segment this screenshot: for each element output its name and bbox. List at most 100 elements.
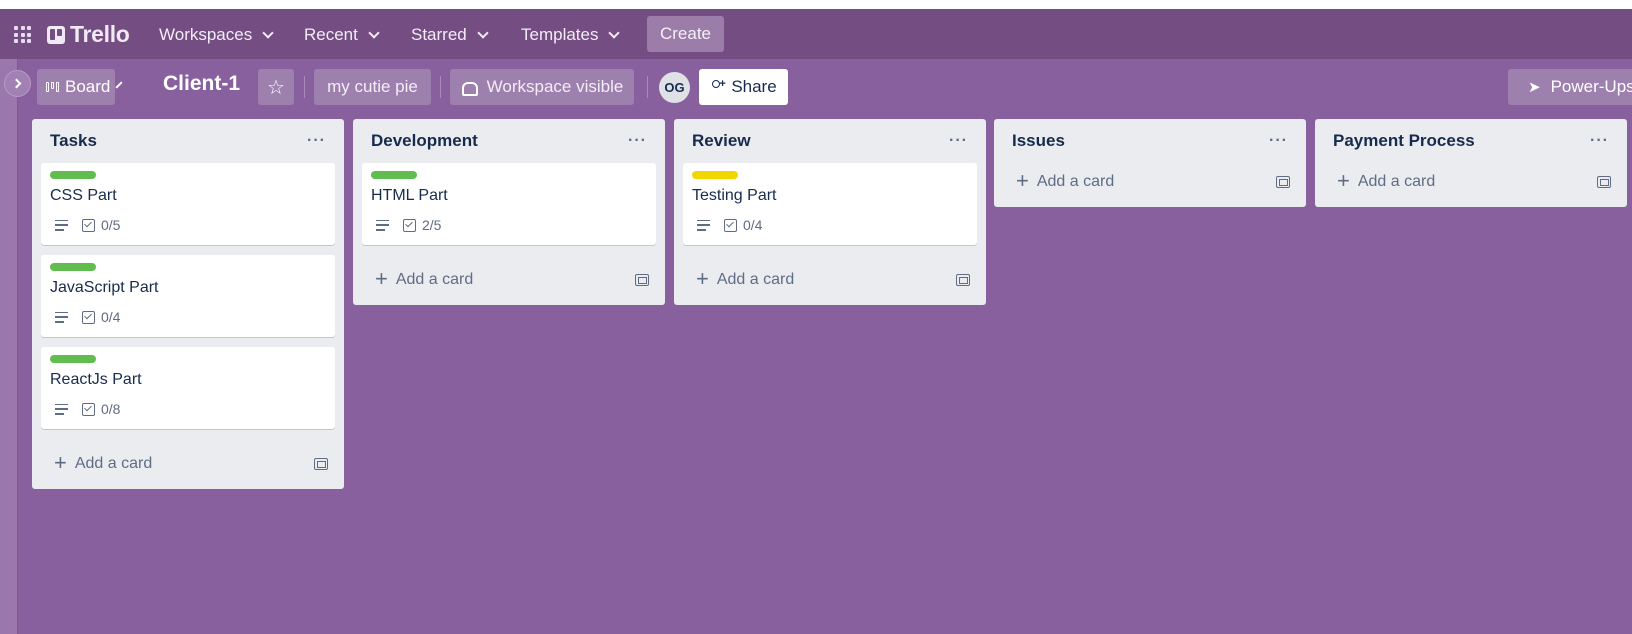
card-title: HTML Part bbox=[371, 187, 448, 204]
nav-recent[interactable]: Recent bbox=[304, 22, 380, 48]
visibility-label: Workspace visible bbox=[486, 77, 624, 96]
star-board-button[interactable]: ☆ bbox=[258, 69, 294, 105]
chevron-down-icon bbox=[115, 80, 123, 89]
plus-icon: + bbox=[1016, 168, 1029, 193]
list-menu-icon[interactable]: ··· bbox=[307, 132, 326, 150]
card-template-icon[interactable] bbox=[314, 458, 328, 470]
list-issues: Issues ··· + Add a card bbox=[994, 119, 1306, 207]
add-card-label: Add a card bbox=[716, 271, 795, 288]
nav-starred-label: Starred bbox=[411, 25, 467, 44]
card-title: CSS Part bbox=[50, 187, 117, 204]
card-title: ReactJs Part bbox=[50, 371, 142, 388]
list-menu-icon[interactable]: ··· bbox=[949, 132, 968, 150]
chevron-down-icon bbox=[608, 26, 621, 39]
add-card-button[interactable]: + Add a card bbox=[375, 266, 473, 291]
card[interactable]: CSS Part 0/5 bbox=[41, 163, 335, 245]
share-label: Share bbox=[731, 77, 777, 96]
share-button[interactable]: Share bbox=[699, 69, 788, 105]
checklist-icon bbox=[403, 218, 416, 232]
rocket-icon: ➤ bbox=[1528, 79, 1541, 96]
nav-templates[interactable]: Templates bbox=[521, 22, 621, 48]
plus-icon: + bbox=[375, 266, 388, 291]
card[interactable]: Testing Part 0/4 bbox=[683, 163, 977, 245]
list-title[interactable]: Review bbox=[692, 131, 751, 151]
list-menu-icon[interactable]: ··· bbox=[628, 132, 647, 150]
power-ups-button[interactable]: ➤ Power-Ups bbox=[1508, 69, 1632, 105]
description-icon bbox=[55, 219, 68, 231]
checklist-icon bbox=[82, 402, 95, 416]
chevron-down-icon bbox=[477, 26, 489, 39]
nav-templates-label: Templates bbox=[521, 25, 599, 44]
add-card-label: Add a card bbox=[74, 455, 153, 472]
add-card-button[interactable]: + Add a card bbox=[54, 452, 153, 474]
checklist-count: 0/5 bbox=[101, 217, 121, 233]
checklist-icon bbox=[82, 310, 95, 324]
checklist-count: 0/4 bbox=[743, 217, 763, 233]
nav-starred[interactable]: Starred bbox=[411, 22, 489, 48]
divider bbox=[304, 76, 305, 98]
divider bbox=[440, 76, 441, 98]
list-title[interactable]: Development bbox=[371, 131, 478, 151]
sidebar-collapsed bbox=[0, 59, 18, 634]
label-yellow[interactable] bbox=[692, 171, 738, 179]
list-review: Review ··· Testing Part 0/4 + Add a card bbox=[674, 119, 986, 305]
nav-workspaces[interactable]: Workspaces bbox=[159, 22, 274, 48]
checklist-icon bbox=[724, 218, 737, 232]
top-navbar: Trello Workspaces Recent Starred Templat… bbox=[0, 9, 1632, 59]
divider bbox=[647, 76, 648, 98]
add-card-button[interactable]: + Add a card bbox=[696, 266, 795, 291]
visibility-button[interactable]: Workspace visible bbox=[450, 69, 634, 105]
chevron-down-icon bbox=[262, 26, 274, 39]
workspace-visible-icon bbox=[461, 80, 478, 96]
label-green[interactable] bbox=[50, 355, 96, 363]
description-icon bbox=[376, 219, 389, 231]
label-green[interactable] bbox=[50, 263, 96, 271]
list-menu-icon[interactable]: ··· bbox=[1590, 132, 1609, 150]
member-avatar[interactable]: OG bbox=[659, 72, 690, 103]
card-template-icon[interactable] bbox=[1276, 176, 1290, 188]
checklist-icon bbox=[82, 218, 95, 232]
label-green[interactable] bbox=[50, 171, 96, 179]
plus-icon: + bbox=[696, 266, 709, 291]
add-person-icon bbox=[710, 78, 726, 94]
list-development: Development ··· HTML Part 2/5 + Add a car… bbox=[353, 119, 665, 305]
list-menu-icon[interactable]: ··· bbox=[1269, 132, 1288, 150]
list-tasks: Tasks ··· CSS Part 0/5 JavaScript Part 0… bbox=[32, 119, 344, 489]
expand-sidebar-button[interactable] bbox=[4, 70, 31, 97]
add-card-button[interactable]: + Add a card bbox=[1337, 168, 1436, 193]
list-title[interactable]: Payment Process bbox=[1333, 131, 1475, 151]
power-ups-label: Power-Ups bbox=[1550, 77, 1632, 96]
trello-logo[interactable]: Trello bbox=[47, 21, 130, 48]
logo-text: Trello bbox=[70, 21, 130, 47]
star-icon: ☆ bbox=[267, 76, 285, 99]
add-card-label: Add a card bbox=[1357, 173, 1436, 190]
board-canvas: Board Client-1 ☆ my cutie pie Workspace … bbox=[0, 59, 1632, 634]
card-title: Testing Part bbox=[692, 187, 777, 204]
nav-workspaces-label: Workspaces bbox=[159, 25, 253, 44]
add-card-button[interactable]: + Add a card bbox=[1016, 168, 1114, 193]
list-payment-process: Payment Process ··· + Add a card bbox=[1315, 119, 1627, 207]
create-button[interactable]: Create bbox=[647, 16, 724, 52]
description-icon bbox=[697, 219, 710, 231]
trello-logo-icon bbox=[47, 25, 65, 44]
card-template-icon[interactable] bbox=[635, 274, 649, 286]
checklist-count: 2/5 bbox=[422, 217, 442, 233]
board-view-label: Board bbox=[65, 77, 111, 96]
board-view-icon bbox=[46, 82, 59, 92]
card-title: JavaScript Part bbox=[50, 279, 159, 296]
board-title[interactable]: Client-1 bbox=[163, 72, 240, 96]
card[interactable]: HTML Part 2/5 bbox=[362, 163, 656, 245]
board-tag-button[interactable]: my cutie pie bbox=[314, 69, 431, 105]
list-title[interactable]: Tasks bbox=[50, 131, 97, 151]
label-green[interactable] bbox=[371, 171, 417, 179]
board-view-selector[interactable]: Board bbox=[37, 69, 123, 105]
card-template-icon[interactable] bbox=[956, 274, 970, 286]
card-template-icon[interactable] bbox=[1597, 176, 1611, 188]
card[interactable]: ReactJs Part 0/8 bbox=[41, 347, 335, 429]
checklist-count: 0/8 bbox=[101, 401, 121, 417]
plus-icon: + bbox=[1337, 168, 1350, 193]
description-icon bbox=[55, 311, 68, 323]
app-switcher-icon[interactable] bbox=[14, 26, 31, 43]
card[interactable]: JavaScript Part 0/4 bbox=[41, 255, 335, 337]
list-title[interactable]: Issues bbox=[1012, 131, 1065, 151]
